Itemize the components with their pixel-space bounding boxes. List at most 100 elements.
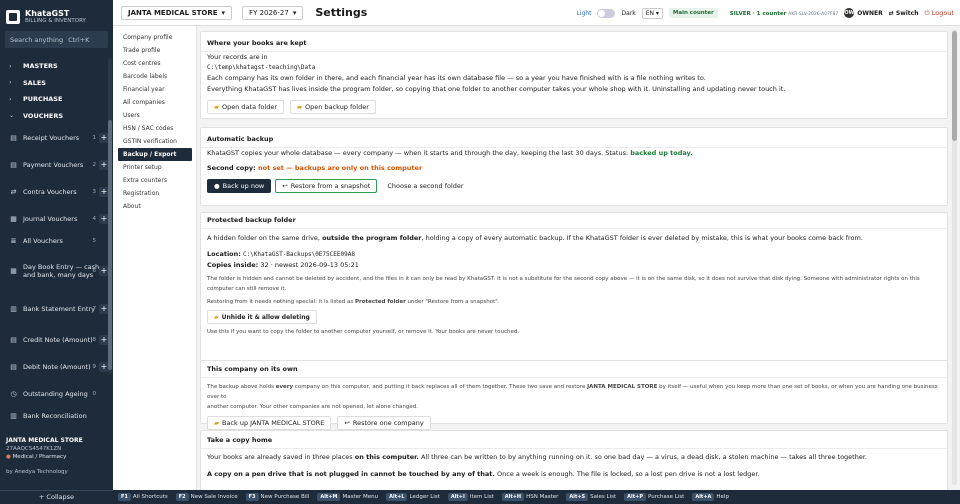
shortcut-item[interactable]: Alt+L Ledger List [386,493,440,501]
restore-company-button[interactable]: ↩ Restore one company [337,416,431,430]
open-data-folder-button[interactable]: ▰ Open data folder [207,100,285,114]
shortcut-label: Item List [469,494,494,500]
settings-nav-item[interactable]: All companies [113,96,196,109]
sidebar-scrollbar-thumb[interactable] [108,120,112,370]
sidebar-item-bank-reconciliation[interactable]: ▥ Bank Reconciliation [0,407,113,424]
shortcut-item[interactable]: F1 All Shortcuts [118,493,168,501]
settings-content: Where your books are kept Your records a… [197,26,960,490]
desc-emphasis: every [275,384,294,390]
settings-nav-item[interactable]: About [113,200,196,213]
shortcut-item[interactable]: Alt+S Sales List [566,493,616,501]
shortcut-label: Sales List [590,494,617,500]
theme-toggle[interactable] [597,8,616,18]
sidebar-item-day-book[interactable]: ▦ Day Book Entry — cash and bank, many da… [0,249,113,292]
debit-note-icon: ▤ [10,362,17,371]
payment-icon: ▤ [10,160,17,169]
plan-badge: SILVER · 1 counter [729,10,787,17]
settings-nav-item[interactable]: Registration [113,187,196,200]
switch-button[interactable]: ⇄ Switch [889,10,919,17]
language-selector[interactable]: EN ▾ [641,7,663,19]
shortcut-key: Alt+M [317,493,341,501]
restoring-note: Restoring from it needs nothing special:… [207,297,941,307]
nav-group-sales[interactable]: › SALES [0,75,113,92]
sidebar-item-receipt[interactable]: ▤ Receipt Vouchers 1 + [0,124,113,151]
settings-nav-item[interactable]: GSTIN verification [113,135,196,148]
restore-snapshot-button[interactable]: ↩ Restore from a snapshot [275,179,378,193]
card-title: This company on its own [207,365,298,373]
sidebar-item-all-vouchers[interactable]: ≣ All Vouchers 5 [0,232,113,249]
search-input[interactable]: Search anything Ctrl+K [5,31,108,48]
desc-emphasis: outside the program folder [322,234,422,242]
shortcut-bar: F1 All Shortcuts F2 New Sale Invoice F3 New P… [113,490,960,504]
shortcut-key: Alt+H [501,493,525,501]
back-up-now-button[interactable]: ● Back up now [207,179,272,193]
sidebar: KhataGST BILLING & INVENTORY Search anyt… [0,0,113,504]
theme-light-label: Light [576,9,592,17]
receipt-icon: ▤ [10,133,17,142]
chevron-down-icon: ▾ [221,8,226,17]
nav-group-vouchers[interactable]: ⌄ VOUCHERS [0,108,113,125]
sidebar-item-payment[interactable]: ▤ Payment Vouchers 2 + [0,151,113,178]
shortcut-item[interactable]: Alt+P Purchase List [624,493,684,501]
backup-company-button[interactable]: ▰ Back up JANTA MEDICAL STORE [207,416,332,430]
second-copy-label: Second copy: [207,164,256,172]
button-label: Restore from a snapshot [290,182,371,190]
settings-nav-item[interactable]: Company profile [113,31,196,44]
shortcut-item[interactable]: Alt+I Item List [447,493,494,501]
sidebar-item-contra[interactable]: ⇄ Contra Vouchers 3 + [0,178,113,205]
settings-nav-item[interactable]: Cost centres [113,57,196,70]
auto-backup-status: KhataGST copies your whole database — ev… [207,148,941,159]
restore-icon: ↩ [344,419,350,427]
brand-name: KhataGST [25,9,70,18]
shortcut-number: 8 [92,336,97,343]
nav-group-masters[interactable]: › MASTERS [0,58,113,75]
unhide-folder-button[interactable]: ▰ Unhide it & allow deleting [207,310,317,324]
fy-selector[interactable]: FY 2026-27 ▾ [242,5,304,20]
copies-value: 32 · newest 2026-09-13 05:21 [260,261,359,269]
logout-button[interactable]: ⏻ Logout [925,9,954,18]
shortcut-item[interactable]: Alt+A Help [692,493,729,501]
open-backup-folder-button[interactable]: ▰ Open backup folder [290,100,376,114]
chevron-right-icon: › [9,79,12,87]
copies-line: Copies inside: 32 · newest 2026-09-13 05… [207,260,941,271]
desc-part: All three can be written to by anything … [420,453,867,461]
chevron-right-icon: › [9,62,12,70]
shortcut-item[interactable]: Alt+H HSN Master [501,493,558,501]
settings-nav-item[interactable]: Extra counters [113,174,196,187]
sidebar-item-bank-statement[interactable]: ▥ Bank Statement Entry 7 + [0,292,113,326]
settings-nav-item[interactable]: Backup / Export [118,148,192,161]
settings-nav-item[interactable]: Users [113,109,196,122]
nav-group-purchase[interactable]: › PURCHASE [0,91,113,108]
settings-nav-item[interactable]: Trade profile [113,44,196,57]
choose-second-folder-button[interactable]: Choose a second folder [381,179,470,193]
shortcut-item[interactable]: F2 New Sale Invoice [175,493,238,501]
company-selector[interactable]: JANTA MEDICAL STORE ▾ [121,5,233,20]
sidebar-item-journal[interactable]: ▦ Journal Vouchers 4 + [0,205,113,232]
sidebar-item-label: Outstanding Ageing [23,389,88,398]
card-title: Automatic backup [207,135,274,143]
chevron-right-icon: › [9,95,12,103]
shortcut-number: 4 [92,215,97,222]
pen-drive-description: A copy on a pen drive that is not plugge… [207,469,941,480]
content-scrollbar-thumb[interactable] [952,31,957,141]
shortcut-label: All Shortcuts [132,494,168,500]
shortcut-label: Help [716,494,729,500]
shortcut-item[interactable]: F3 New Purchase Bill [245,493,309,501]
sidebar-item-credit-note[interactable]: ▤ Credit Note (Amount) 8 + [0,326,113,353]
shortcut-key: Alt+L [386,493,408,501]
restore-icon: ↩ [282,182,288,190]
user-menu[interactable]: OW OWNER [844,8,883,18]
sidebar-item-outstanding[interactable]: ◷ Outstanding Ageing 0 [0,380,113,407]
sidebar-item-debit-note[interactable]: ▤ Debit Note (Amount) 9 + [0,353,113,380]
settings-nav-item[interactable]: Barcode labels [113,70,196,83]
nav-group-label: PURCHASE [23,95,63,104]
settings-nav-item[interactable]: Printer setup [113,161,196,174]
shortcut-item[interactable]: Alt+M Master Menu [317,493,378,501]
collapse-button[interactable]: + Collapse [0,490,113,504]
search-shortcut: Ctrl+K [68,35,90,44]
settings-nav-item[interactable]: HSN / SAC codes [113,122,196,135]
settings-nav-item[interactable]: Financial year [113,83,196,96]
shortcut-key: F2 [175,493,189,501]
topbar-right: Light Dark EN ▾ Main counter SILVER · 1 … [576,0,954,26]
avatar: OW [844,8,855,18]
